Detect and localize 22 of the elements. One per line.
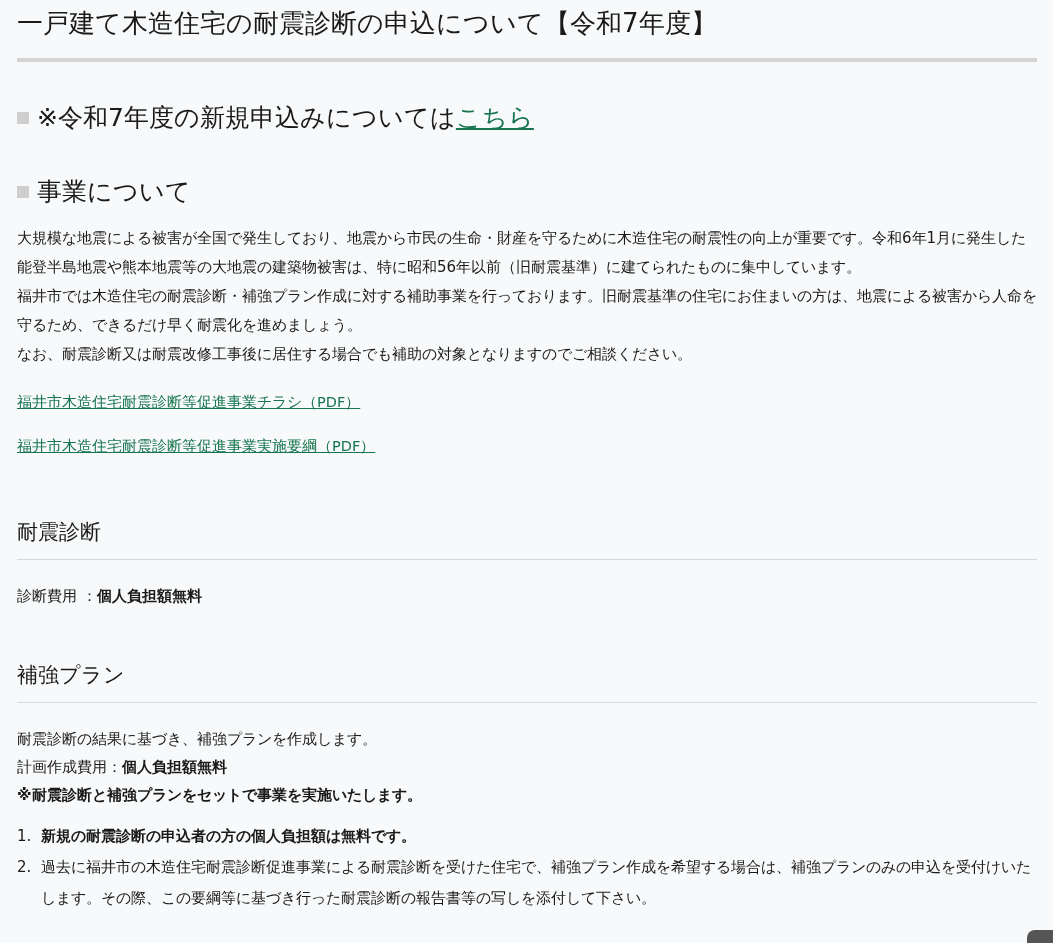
body-paragraph: 大規模な地震による被害が全国で発生しており、地震から市民の生命・財産を守るために木造住宅の耐震性の向上が重要です。令和6年1月に発生した能登半島地震や熊本地震等の大地震の建築物被害は、特に昭和56年以前（旧耐震基準）に建てられたものに集中しています。 (17, 228, 1028, 278)
pdf-link[interactable]: 福井市木造住宅耐震診断等促進事業実施要綱（PDF） (17, 435, 376, 457)
section-heading: 事業について (37, 176, 191, 208)
body-text: 耐震診断の結果に基づき、補強プランを作成します。 (17, 729, 378, 750)
list-item-text: 新規の耐震診断の申込者の方の個人負担額は無料です。 (41, 826, 416, 847)
square-bullet-icon (17, 186, 29, 198)
body-text: 計画作成費用：個人負担額無料 (17, 757, 228, 778)
body-paragraph: 福井市では木造住宅の耐震診断・補強プラン作成に対する補助事業を行っております。旧耐震基準の住宅にお住まいの方は、地震による被害から人命を守るため、できるだけ早く耐震化を進めましょう。 (17, 286, 1037, 336)
square-bullet-icon (17, 112, 29, 124)
list-item-text: 過去に福井市の木造住宅耐震診断促進事業による耐震診断を受けた住宅で、補強プラン作成を希望する場合は、補強プランのみの申込を受付けいたします。その際、この要綱等に基づき行った耐震診断の報告書等の写しを添付して下さい。 (41, 857, 1032, 909)
page-title: 一戸建て木造住宅の耐震診断の申込について【令和7年度】 (17, 0, 1037, 62)
here-link[interactable]: こちら (455, 103, 534, 132)
subsection-heading: 耐震診断 (17, 517, 1037, 560)
note-text: ※耐震診断と補強プランをセットで事業を実施いたします。 (17, 785, 423, 806)
page-top-button[interactable] (1027, 930, 1053, 943)
list-number: 2. (17, 857, 33, 878)
subsection-heading: 補強プラン (17, 660, 1037, 703)
list-number: 1. (17, 826, 33, 847)
notice-heading: ※令和7年度の新規申込みについては こちら (37, 102, 534, 134)
body-text: 診断費用 ：個人負担額無料 (17, 586, 203, 607)
pdf-link[interactable]: 福井市木造住宅耐震診断等促進事業チラシ（PDF） (17, 391, 361, 413)
body-paragraph: なお、耐震診断又は耐震改修工事後に居住する場合でも補助の対象となりますのでご相談ください。 (17, 344, 693, 365)
